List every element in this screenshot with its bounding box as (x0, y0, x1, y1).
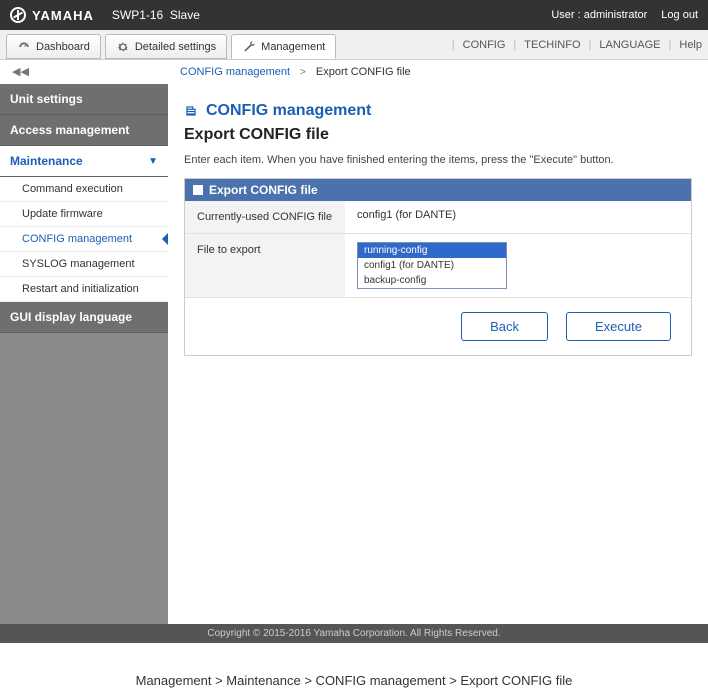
logout-link[interactable]: Log out (661, 9, 698, 21)
config-page-icon (184, 104, 198, 118)
export-panel: Export CONFIG file Currently-used CONFIG… (184, 178, 692, 356)
breadcrumb-current: Export CONFIG file (316, 66, 411, 78)
sidebar-item-syslog-management[interactable]: SYSLOG management (0, 252, 168, 277)
tab-row: Dashboard Detailed settings Management |… (0, 30, 708, 60)
sidebar-maintenance-submenu: Command execution Update firmware CONFIG… (0, 177, 168, 302)
sidebar-gui-display-language[interactable]: GUI display language (0, 302, 168, 333)
caption: Management > Maintenance > CONFIG manage… (0, 643, 708, 698)
file-to-export-select[interactable]: running-config config1 (for DANTE) backu… (357, 242, 507, 289)
sidebar-item-command-execution[interactable]: Command execution (0, 177, 168, 202)
link-help[interactable]: Help (679, 39, 702, 51)
page-title-row: CONFIG management (184, 102, 692, 120)
footer: Copyright © 2015-2016 Yamaha Corporation… (0, 624, 708, 643)
brand-text: YAMAHA (32, 8, 94, 23)
breadcrumb: ◀◀ CONFIG management > Export CONFIG fil… (0, 60, 708, 84)
user-label: User : administrator (551, 9, 647, 21)
row-current-config: Currently-used CONFIG file config1 (for … (185, 201, 691, 234)
sidebar-access-management[interactable]: Access management (0, 115, 168, 146)
tab-management[interactable]: Management (231, 34, 336, 59)
gear-icon (116, 40, 130, 54)
tab-detailed-settings[interactable]: Detailed settings (105, 34, 227, 59)
wrench-icon (242, 40, 256, 54)
sidebar-item-config-management[interactable]: CONFIG management (0, 227, 168, 252)
page-hint: Enter each item. When you have finished … (184, 154, 692, 166)
breadcrumb-back-icon[interactable]: ◀◀ (12, 65, 29, 79)
chevron-right-icon: > (300, 67, 306, 78)
link-language[interactable]: LANGUAGE (599, 39, 660, 51)
square-bullet-icon (193, 185, 203, 195)
tabrow-right-links: | CONFIG| TECHINFO| LANGUAGE| Help (452, 30, 702, 59)
page-subtitle: Export CONFIG file (184, 126, 692, 144)
label-current-config: Currently-used CONFIG file (185, 201, 345, 233)
sidebar: Unit settings Access management Maintena… (0, 84, 168, 624)
row-file-to-export: File to export running-config config1 (f… (185, 234, 691, 298)
panel-header: Export CONFIG file (185, 179, 691, 201)
link-config[interactable]: CONFIG (463, 39, 506, 51)
device-name: SWP1-16 Slave (112, 8, 200, 22)
select-option-config1[interactable]: config1 (for DANTE) (358, 258, 506, 273)
execute-button[interactable]: Execute (566, 312, 671, 341)
panel-actions: Back Execute (185, 298, 691, 355)
topbar: YAMAHA SWP1-16 Slave User : administrato… (0, 0, 708, 30)
page-title: CONFIG management (206, 102, 371, 120)
select-option-backup-config[interactable]: backup-config (358, 273, 506, 288)
content: CONFIG management Export CONFIG file Ent… (168, 84, 708, 624)
sidebar-maintenance[interactable]: Maintenance ▼ (0, 146, 168, 177)
value-current-config: config1 (for DANTE) (345, 201, 691, 233)
back-button[interactable]: Back (461, 312, 548, 341)
breadcrumb-link-config-management[interactable]: CONFIG management (180, 66, 290, 78)
yamaha-mark-icon (10, 7, 26, 23)
select-option-running-config[interactable]: running-config (358, 243, 506, 258)
sidebar-unit-settings[interactable]: Unit settings (0, 84, 168, 115)
sidebar-item-update-firmware[interactable]: Update firmware (0, 202, 168, 227)
gauge-icon (17, 40, 31, 54)
tab-dashboard[interactable]: Dashboard (6, 34, 101, 59)
main: Unit settings Access management Maintena… (0, 84, 708, 624)
label-file-to-export: File to export (185, 234, 345, 297)
link-techinfo[interactable]: TECHINFO (524, 39, 580, 51)
sidebar-item-restart-initialization[interactable]: Restart and initialization (0, 277, 168, 302)
brand-logo: YAMAHA (10, 7, 94, 23)
caret-down-icon: ▼ (148, 156, 158, 167)
